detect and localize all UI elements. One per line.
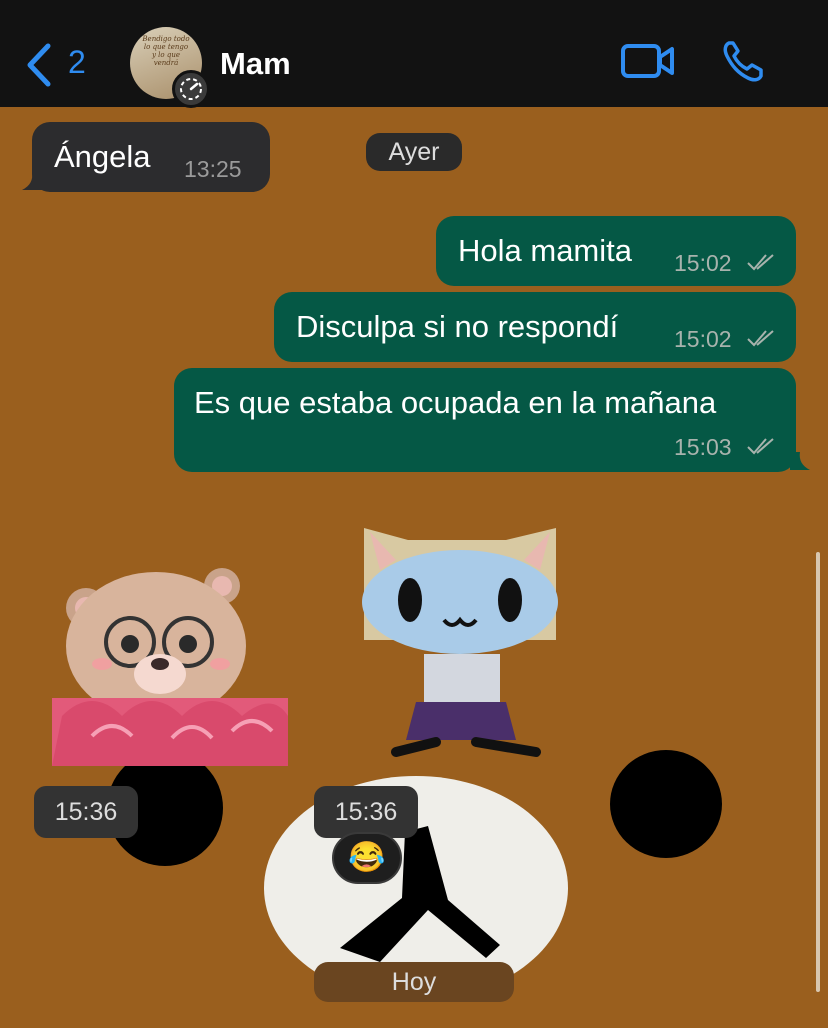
message-time: 15:03 [674,434,732,460]
bear-sticker[interactable] [52,566,288,766]
wallpaper-right-eye [610,750,722,858]
read-receipt-icon [747,438,774,455]
message-time: 13:25 [184,156,242,182]
scrollbar[interactable] [816,552,820,992]
cat-girl-sticker[interactable] [356,520,566,770]
message-text: Ángela [54,139,151,174]
read-receipt-icon [747,254,774,271]
chat-header: 2 Bendigo todo lo que tengo y lo que ven… [0,0,828,108]
reaction-badge[interactable]: 😂 [332,832,402,884]
outgoing-message-bubble[interactable]: Es que estaba ocupada en la mañana 15:03 [174,368,796,472]
outgoing-message-bubble[interactable]: Disculpa si no respondí 15:02 [274,292,796,362]
date-divider: Ayer [366,133,462,171]
phone-call-icon[interactable] [720,38,766,84]
message-text: Disculpa si no respondí [296,309,619,344]
contact-name[interactable]: Mam [220,46,291,82]
incoming-message-bubble[interactable]: Ángela 13:25 [32,122,270,192]
disappearing-timer-icon [172,70,210,108]
message-text: Es que estaba ocupada en la mañana [194,385,717,420]
read-receipt-icon [747,330,774,347]
laughing-emoji-icon: 😂 [348,841,386,874]
sticker-timestamp: 15:36 [314,786,418,838]
back-chevron-icon[interactable] [22,42,58,88]
unread-count[interactable]: 2 [68,44,86,81]
sticker-timestamp: 15:36 [34,786,138,838]
video-call-icon[interactable] [620,42,676,80]
today-divider: Hoy [314,962,514,1002]
avatar-caption: Bendigo todo lo que tengo y lo que vendr… [142,35,190,67]
message-time: 15:02 [674,250,732,276]
message-text: Hola mamita [458,233,632,268]
bubble-tail [790,452,810,470]
message-time: 15:02 [674,326,732,352]
bubble-tail [22,172,42,190]
outgoing-message-bubble[interactable]: Hola mamita 15:02 [436,216,796,286]
